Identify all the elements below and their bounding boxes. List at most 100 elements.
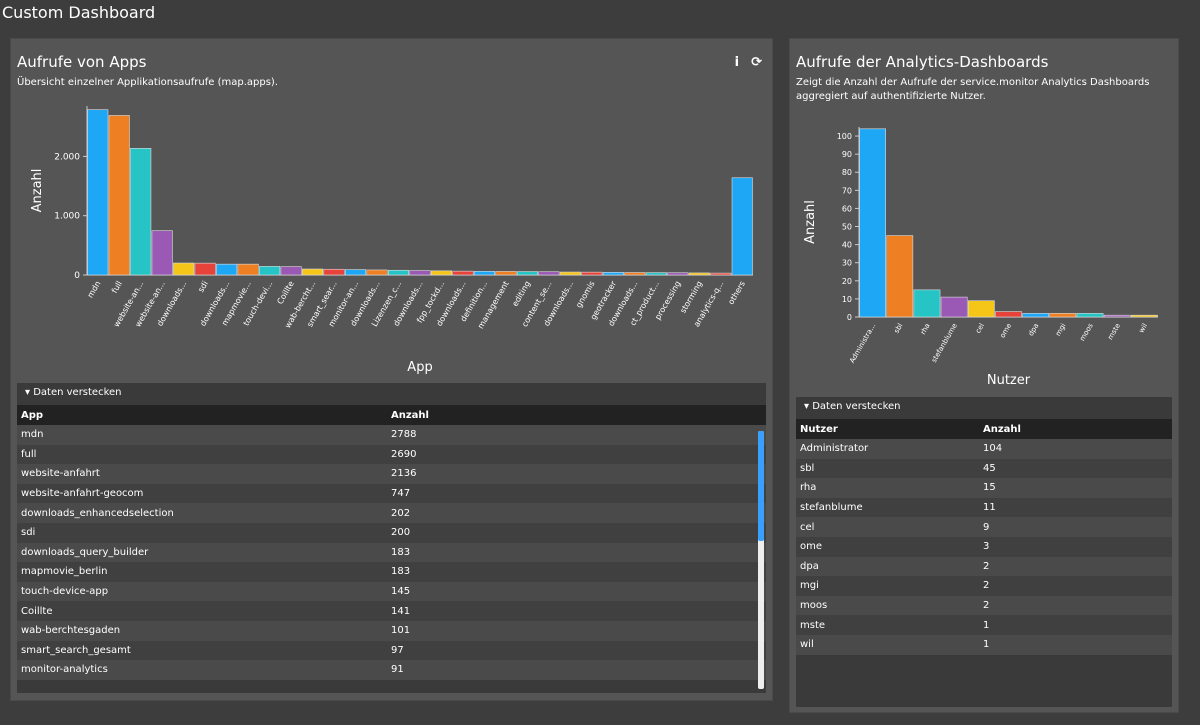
table-row[interactable]: mgi 2 [796,576,1172,596]
table-row[interactable]: Administrator 104 [796,439,1172,459]
table-row[interactable]: downloads_enhancedselection 202 [17,503,766,523]
y-tick-label: 90 [842,150,852,159]
bar [667,272,689,276]
bar [409,270,431,276]
cell-name: stefanblume [800,502,863,514]
cell-count: 2 [983,560,990,572]
cell-count: 9 [983,521,990,533]
bar [194,262,216,276]
x-axis-label: Nutzer [987,373,1031,388]
bar [387,269,410,276]
bar [859,128,886,318]
y-tick-label: 0 [74,271,80,281]
bar [259,266,281,276]
cell-count: 183 [391,546,411,558]
bar [108,115,130,276]
bar [495,271,517,276]
bar [473,271,495,276]
table-row[interactable]: smart_search_gesamt 97 [17,640,766,661]
x-tick-label: moos [1078,322,1095,343]
bar [87,109,109,276]
y-tick-label: 100 [837,132,852,141]
y-axis-label: Anzahl [30,169,45,213]
toggle-label: Daten verstecken [812,401,901,412]
apps-panel: Aufrufe von Apps Übersicht einzelner App… [10,38,773,701]
analytics-data-table: ▾ Daten verstecken Nutzer Anzahl Administ… [796,397,1172,707]
bar [1131,314,1158,318]
bar [1103,314,1131,318]
x-tick-label: full [110,280,124,295]
bar [967,300,995,318]
bar [302,268,324,276]
col-header[interactable]: Nutzer [796,424,983,435]
cell-name: wil [800,639,814,651]
table-row[interactable]: mste 1 [796,615,1172,635]
cell-count: 15 [983,482,996,494]
col-header[interactable]: Anzahl [983,424,1021,435]
cell-count: 747 [391,488,411,500]
table-row[interactable]: wab-berchtesgaden 101 [17,620,766,641]
y-axis-label: Anzahl [803,200,818,244]
cell-name: wab-berchtesgaden [21,625,121,637]
cell-count: 2 [983,580,990,592]
table-row[interactable]: monitor-analytics 91 [17,660,766,680]
table-row[interactable]: dpa 2 [796,556,1172,577]
x-tick-label: cel [974,322,986,335]
cell-name: mste [800,619,826,631]
table-row[interactable]: downloads_query_builder 183 [17,542,766,563]
analytics-chart: 0 10 20 30 40 50 60 70 80 90 100 Administra... sbl rh… [803,127,1158,388]
y-tick-label: 2.000 [54,152,80,162]
scrollbar[interactable] [758,431,764,689]
y-tick-label: 20 [842,277,852,286]
x-tick-label: editing [510,280,532,309]
cell-name: sdi [21,527,36,539]
cell-name: sbl [800,462,815,474]
col-header[interactable]: Anzahl [391,410,429,421]
x-axis-label: App [407,360,432,375]
bar [280,266,302,276]
x-tick-label: others [726,280,747,307]
y-tick-label: 40 [842,241,852,250]
cell-name: mdn [21,429,44,441]
bar [323,268,345,276]
cell-count: 101 [391,625,411,637]
bar [216,263,238,276]
table-row[interactable]: Coillte 141 [17,601,766,621]
bar [452,270,474,276]
cell-name: rha [800,482,817,494]
bar [1049,313,1077,318]
bar [602,272,624,276]
table-row[interactable]: mdn 2788 [17,425,766,445]
bar [516,271,538,276]
cell-name: cel [800,521,815,533]
x-tick-label: mste [1106,322,1122,341]
table-row[interactable]: website-anfahrt-geocom 747 [17,483,766,504]
table-row[interactable]: cel 9 [796,517,1172,537]
table-row[interactable]: ome 3 [796,536,1172,557]
x-tick-label: gnomis [574,280,596,310]
table-row[interactable]: full 2690 [17,444,766,465]
x-tick-label: stefanblume [930,322,959,364]
cell-count: 97 [391,644,404,656]
bar [1076,313,1104,318]
table-row[interactable]: rha 15 [796,478,1172,498]
table-row[interactable]: stefanblume 11 [796,497,1172,518]
table-row[interactable]: moos 2 [796,595,1172,616]
x-tick-label: sdi [196,280,210,294]
hide-data-toggle[interactable]: ▾ Daten verstecken [796,397,1172,419]
table-row[interactable]: mapmovie_berlin 183 [17,562,766,582]
table-row[interactable]: wil 1 [796,634,1172,655]
y-tick-label: 70 [842,186,852,195]
cell-count: 200 [391,527,411,539]
table-row[interactable]: sdi 200 [17,522,766,543]
hide-data-toggle[interactable]: ▾ Daten verstecken [17,383,766,405]
bar [366,269,388,276]
cell-count: 1 [983,619,990,631]
table-row[interactable]: sbl 45 [796,458,1172,479]
col-header[interactable]: App [17,410,391,421]
table-row[interactable]: website-anfahrt 2136 [17,464,766,484]
y-tick-label: 30 [842,259,852,268]
table-row[interactable]: touch-device-app 145 [17,581,766,602]
apps-data-table: ▾ Daten verstecken App Anzahl mdn 2788 full… [17,383,766,693]
bar [688,272,710,276]
